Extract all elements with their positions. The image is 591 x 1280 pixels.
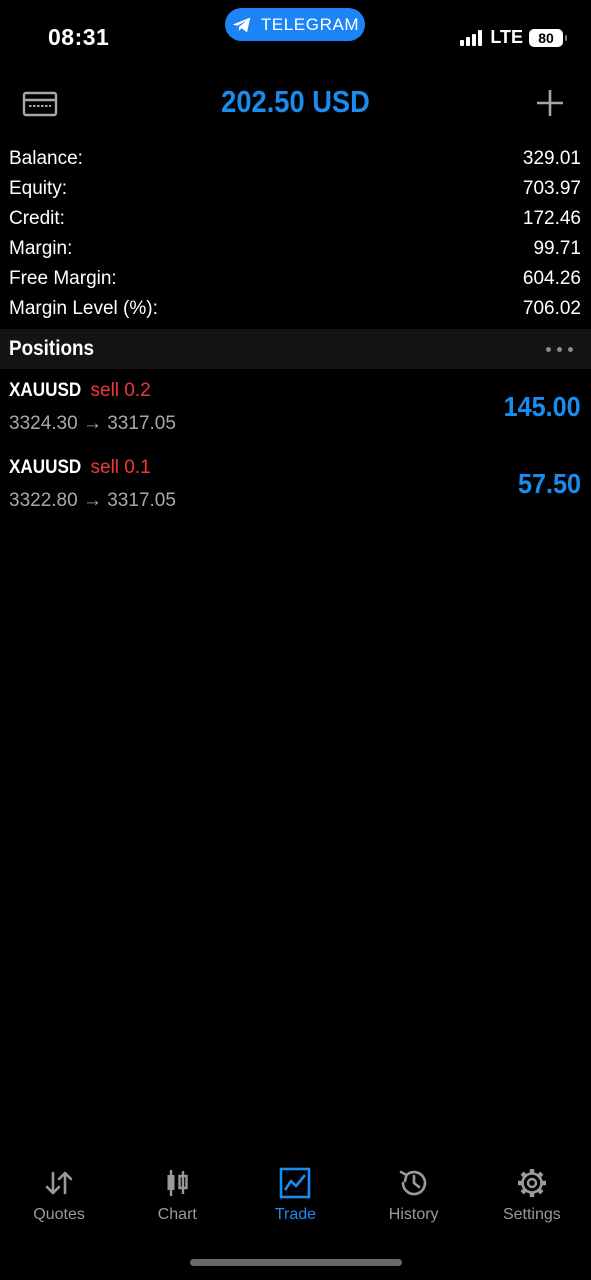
position-prices: 3324.30 → 3317.05: [9, 413, 176, 434]
position-symbol: XAUUSD: [9, 457, 82, 478]
position-title: XAUUSD sell 0.2: [9, 380, 151, 402]
tab-label: Chart: [157, 1206, 197, 1223]
summary-value: 706.02: [522, 298, 581, 319]
status-time: 08:31: [48, 24, 110, 50]
positions-list: XAUUSD sell 0.2 3324.30 → 3317.05 145.00…: [0, 375, 591, 529]
position-direction: sell 0.1: [90, 457, 151, 478]
summary-row-margin-level: Margin Level (%): 706.02: [0, 294, 591, 324]
position-title: XAUUSD sell 0.1: [9, 457, 151, 479]
status-indicators: LTE 80: [460, 27, 567, 48]
tab-trade[interactable]: Trade: [236, 1160, 354, 1230]
position-prices: 3322.80 → 3317.05: [9, 490, 176, 511]
summary-label: Margin Level (%):: [9, 298, 158, 319]
summary-label: Margin:: [9, 238, 73, 259]
tab-settings[interactable]: Settings: [473, 1160, 591, 1230]
chart-icon: [167, 1170, 188, 1196]
account-summary: Balance: 329.01 Equity: 703.97 Credit: 1…: [0, 144, 591, 324]
bottom-tab-bar: Quotes Chart Trade History Settings: [0, 1160, 591, 1230]
position-direction: sell 0.2: [90, 380, 151, 401]
summary-row-free-margin: Free Margin: 604.26: [0, 264, 591, 294]
home-indicator[interactable]: [190, 1259, 402, 1266]
summary-value: 329.01: [522, 148, 581, 169]
status-bar: 08:31 TELEGRAM LTE 80: [0, 0, 591, 70]
battery-level: 80: [538, 29, 554, 46]
plus-icon[interactable]: [535, 88, 565, 118]
position-profit: 145.00: [503, 391, 581, 422]
summary-row-margin: Margin: 99.71: [0, 234, 591, 264]
more-options-icon[interactable]: [546, 346, 573, 352]
quotes-icon: [45, 1171, 73, 1195]
tab-chart[interactable]: Chart: [118, 1160, 236, 1230]
trade-header: 202.50 USD: [0, 78, 591, 130]
summary-label: Equity:: [9, 178, 68, 199]
summary-row-balance: Balance: 329.01: [0, 144, 591, 174]
telegram-return-pill[interactable]: TELEGRAM: [225, 8, 365, 41]
summary-label: Balance:: [9, 148, 83, 169]
summary-row-credit: Credit: 172.46: [0, 204, 591, 234]
summary-label: Credit:: [9, 208, 65, 229]
summary-label: Free Margin:: [9, 268, 117, 289]
position-profit: 57.50: [517, 468, 581, 499]
position-row[interactable]: XAUUSD sell 0.1 3322.80 → 3317.05 57.50: [0, 452, 591, 529]
positions-section-header: Positions: [0, 329, 591, 369]
settings-icon: [517, 1169, 546, 1197]
tab-label: Quotes: [33, 1206, 85, 1223]
summary-value: 172.46: [522, 208, 581, 229]
summary-value: 604.26: [522, 268, 581, 289]
summary-row-equity: Equity: 703.97: [0, 174, 591, 204]
position-symbol: XAUUSD: [9, 380, 82, 401]
network-type: LTE: [490, 27, 523, 47]
tab-label: Settings: [502, 1206, 561, 1223]
tab-label: History: [388, 1206, 439, 1223]
position-row[interactable]: XAUUSD sell 0.2 3324.30 → 3317.05 145.00: [0, 375, 591, 452]
battery-icon: 80: [529, 28, 567, 47]
summary-value: 99.71: [533, 238, 581, 259]
account-profit-title: 202.50 USD: [221, 84, 370, 119]
telegram-pill-label: TELEGRAM: [260, 14, 360, 34]
tab-history[interactable]: History: [355, 1160, 473, 1230]
tab-label: Trade: [274, 1206, 317, 1223]
trade-icon: [280, 1167, 311, 1199]
signal-icon: [460, 29, 483, 46]
history-icon: [399, 1170, 426, 1196]
summary-value: 703.97: [522, 178, 581, 199]
positions-title: Positions: [9, 337, 95, 360]
telegram-icon: [232, 17, 251, 32]
tab-quotes[interactable]: Quotes: [0, 1160, 118, 1230]
